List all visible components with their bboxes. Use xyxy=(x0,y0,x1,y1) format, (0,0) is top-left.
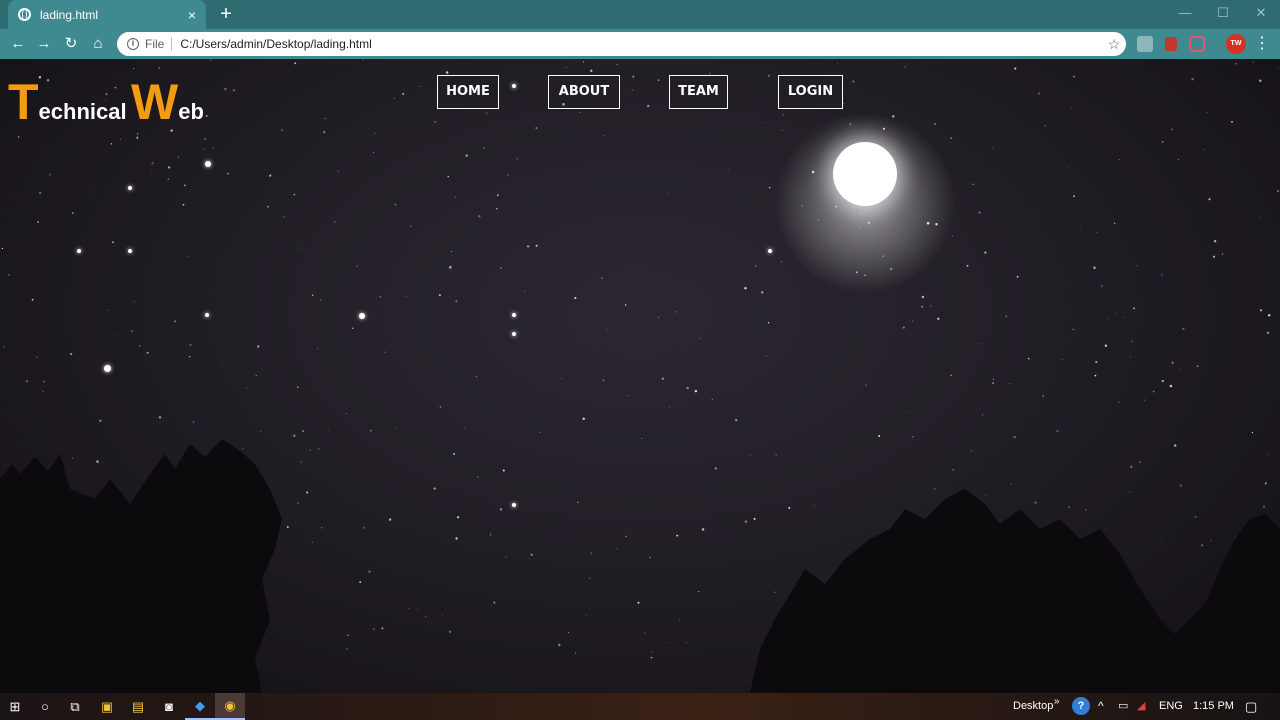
window-close-icon[interactable]: ✕ xyxy=(1242,0,1280,29)
windows-taskbar: ⊞ ○ ⧉ ▣ ▤ ◙ ◆ ◉ Desktop » ? ^ ▭ ◢ ENG 1:… xyxy=(0,693,1280,720)
desktop-toolbar-label[interactable]: Desktop xyxy=(1013,693,1053,720)
globe-icon xyxy=(18,8,31,21)
nav-home-link[interactable]: HOME xyxy=(437,75,499,109)
chevron-double-icon[interactable]: » xyxy=(1054,693,1060,720)
browser-tab-strip: lading.html × + — ☐ ✕ xyxy=(0,0,1280,29)
page-viewport: Technical Web HOME ABOUT TEAM LOGIN xyxy=(0,59,1280,693)
task-view-icon[interactable]: ⧉ xyxy=(60,693,90,720)
pocket-icon[interactable] xyxy=(1189,36,1205,52)
site-logo[interactable]: Technical Web xyxy=(8,77,204,127)
search-circle-icon[interactable]: ○ xyxy=(30,693,60,720)
info-icon[interactable]: i xyxy=(127,38,139,50)
notifications-icon[interactable]: ▢ xyxy=(1245,693,1257,720)
chevron-up-icon[interactable]: ^ xyxy=(1098,693,1104,720)
more-menu-icon[interactable]: ⋮ xyxy=(1254,33,1270,55)
nav-about-link[interactable]: ABOUT xyxy=(548,75,620,109)
nav-team-link[interactable]: TEAM xyxy=(669,75,728,109)
maximize-icon[interactable]: ☐ xyxy=(1204,0,1242,29)
vscode-icon[interactable]: ◆ xyxy=(185,693,215,720)
file-explorer-icon[interactable]: ▤ xyxy=(123,693,153,720)
logo-initial-t: T xyxy=(8,74,39,130)
logo-initial-w: W xyxy=(131,74,179,130)
tab-close-button[interactable]: × xyxy=(188,7,196,23)
address-divider xyxy=(171,37,173,51)
battery-icon[interactable]: ▭ xyxy=(1118,693,1128,720)
logo-word-echnical: echnical xyxy=(38,99,127,124)
bookmark-star-icon[interactable]: ☆ xyxy=(1102,36,1126,53)
forward-arrow-icon[interactable]: → xyxy=(33,33,55,55)
new-tab-button[interactable]: + xyxy=(216,3,236,25)
browser-tab-active[interactable]: lading.html × xyxy=(8,0,206,29)
help-icon[interactable]: ? xyxy=(1072,697,1090,715)
tab-title: lading.html xyxy=(40,7,99,22)
shield-extension-icon[interactable] xyxy=(1165,37,1177,51)
camera-icon[interactable]: ◙ xyxy=(154,693,184,720)
logo-word-eb: eb xyxy=(178,99,204,124)
address-url[interactable]: C:/Users/admin/Desktop/lading.html xyxy=(180,37,1102,51)
home-icon[interactable]: ⌂ xyxy=(87,33,109,55)
address-bar[interactable]: i File C:/Users/admin/Desktop/lading.htm… xyxy=(117,32,1126,56)
nav-login-link[interactable]: LOGIN xyxy=(778,75,843,109)
network-icon[interactable]: ◢ xyxy=(1137,693,1145,720)
language-indicator[interactable]: ENG xyxy=(1159,693,1183,720)
back-arrow-icon[interactable]: ← xyxy=(7,33,29,55)
reload-icon[interactable]: ↻ xyxy=(60,33,82,55)
browser-toolbar: ← → ↻ ⌂ i File C:/Users/admin/Desktop/la… xyxy=(0,29,1280,59)
address-scheme: File xyxy=(145,37,165,51)
minimize-icon[interactable]: — xyxy=(1166,0,1204,29)
windows-start-icon[interactable]: ⊞ xyxy=(0,693,30,720)
chrome-taskbar-icon[interactable]: ◉ xyxy=(215,693,245,720)
store-icon[interactable]: ▣ xyxy=(92,693,122,720)
extension-icon[interactable] xyxy=(1137,36,1153,52)
profile-avatar[interactable]: TW xyxy=(1226,34,1246,54)
clock[interactable]: 1:15 PM xyxy=(1193,693,1234,720)
tree-silhouettes xyxy=(0,439,1280,693)
